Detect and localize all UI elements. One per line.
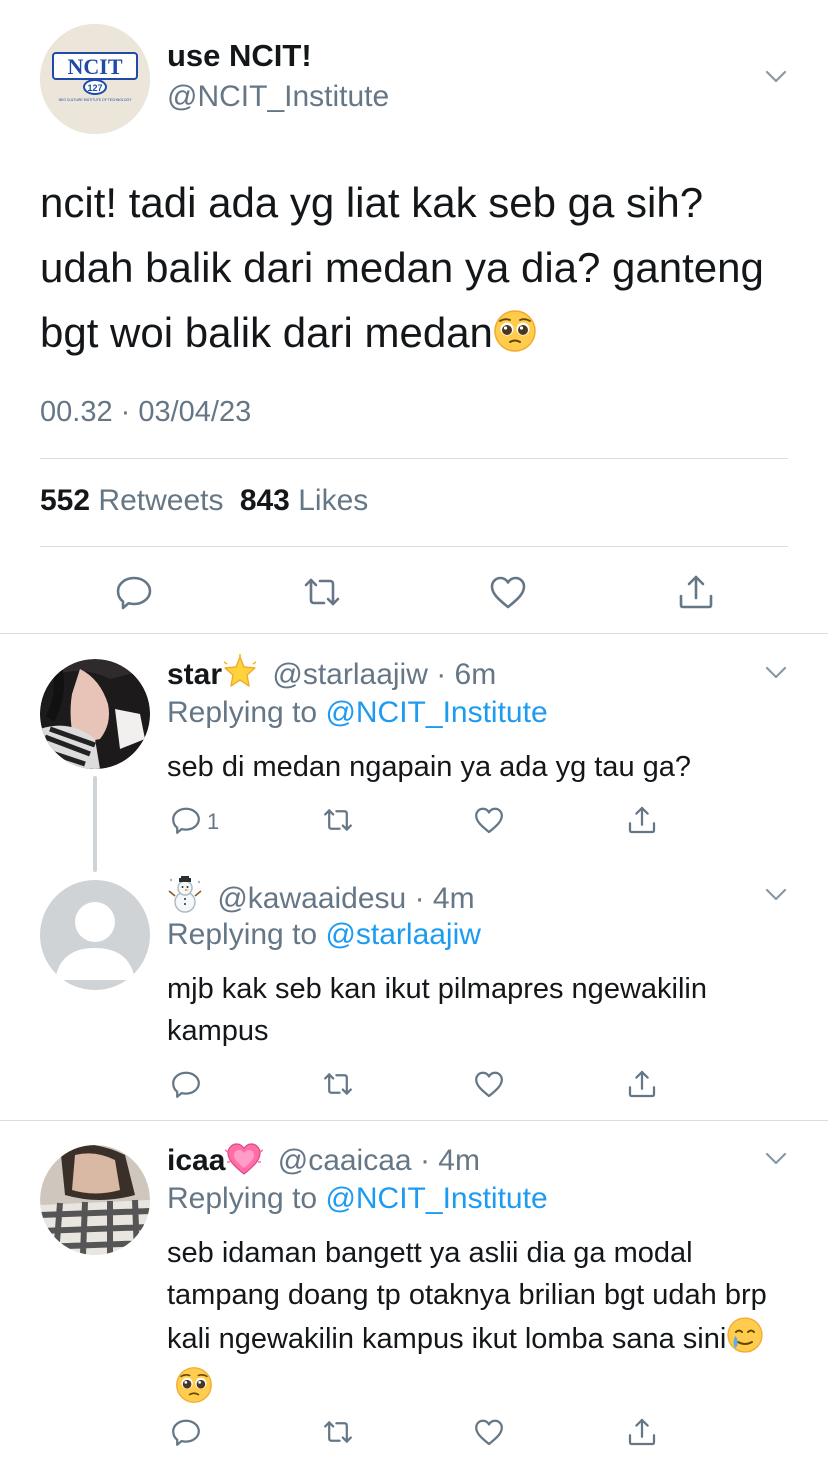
reply-header: @kawaaidesu · 4m — [167, 874, 475, 922]
like-icon[interactable] — [473, 1416, 505, 1448]
share-icon[interactable] — [626, 1416, 658, 1448]
replying-to-label: Replying to — [167, 696, 318, 729]
reply-time[interactable]: · 4m — [415, 882, 475, 915]
tweet-text-body: ncit! tadi ada yg liat kak seb ga sih? u… — [40, 179, 764, 356]
retweet-icon[interactable] — [322, 1068, 354, 1100]
pleading-face-icon — [493, 306, 537, 371]
growing-heart-icon — [224, 1140, 264, 1184]
like-icon[interactable] — [473, 804, 505, 836]
tweet-timestamp[interactable]: 00.32 · 03/04/23 — [40, 396, 251, 429]
like-icon[interactable] — [473, 1068, 505, 1100]
replying-to-handle[interactable]: @starlaajiw — [325, 918, 481, 951]
avatar[interactable] — [40, 1145, 150, 1255]
replying-to-label: Replying to — [167, 918, 318, 951]
svg-text:NEO CULTURE INSTITUTE OF TECHN: NEO CULTURE INSTITUTE OF TECHNOLOGY — [59, 98, 133, 102]
reply-header: star @starlaajiw · 6m — [167, 654, 496, 698]
chevron-down-icon[interactable] — [765, 1152, 787, 1166]
reply-handle[interactable]: @starlaajiw — [272, 658, 428, 691]
reply-author-name[interactable]: star — [167, 658, 222, 691]
reply-count: 1 — [207, 809, 220, 834]
divider — [40, 546, 788, 547]
snowman-icon — [167, 874, 203, 922]
author-name[interactable]: use NCIT! — [167, 38, 312, 74]
svg-text:127: 127 — [87, 83, 102, 93]
chevron-down-icon[interactable] — [765, 666, 787, 680]
retweet-icon[interactable] — [322, 804, 354, 836]
reply-text: seb idaman bangett ya aslii dia ga modal… — [167, 1232, 767, 1416]
glowing-star-icon — [222, 654, 258, 698]
reply-text-body: seb idaman bangett ya aslii dia ga modal… — [167, 1237, 767, 1355]
chevron-down-icon[interactable] — [765, 888, 787, 902]
reply-icon[interactable] — [114, 572, 154, 612]
svg-text:NCIT: NCIT — [67, 54, 122, 79]
reply-handle[interactable]: @kawaaidesu — [217, 882, 406, 915]
reply-header: icaa @caaicaa · 4m — [167, 1140, 480, 1184]
divider — [0, 633, 828, 634]
reply-time[interactable]: · 4m — [420, 1144, 480, 1177]
avatar[interactable] — [40, 659, 150, 769]
crying-smile-icon — [726, 1316, 764, 1366]
ncit-logo-icon: NCIT 127 NEO CULTURE INSTITUTE OF TECHNO… — [40, 24, 150, 134]
likes-count[interactable]: 843 — [240, 484, 290, 517]
retweet-icon[interactable] — [302, 572, 342, 612]
thread-line — [93, 776, 97, 872]
main-avatar[interactable]: NCIT 127 NEO CULTURE INSTITUTE OF TECHNO… — [40, 24, 150, 134]
replying-to: Replying to @NCIT_Institute — [167, 1182, 548, 1216]
replying-to: Replying to @starlaajiw — [167, 918, 481, 952]
replying-to-label: Replying to — [167, 1182, 318, 1215]
author-handle[interactable]: @NCIT_Institute — [167, 80, 389, 114]
reply-text: seb di medan ngapain ya ada yg tau ga? — [167, 751, 692, 783]
share-icon[interactable] — [626, 1068, 658, 1100]
replying-to-handle[interactable]: @NCIT_Institute — [325, 696, 547, 729]
divider — [40, 458, 788, 459]
reply-handle[interactable]: @caaicaa — [278, 1144, 412, 1177]
pleading-face-icon — [175, 1366, 213, 1416]
replying-to-handle[interactable]: @NCIT_Institute — [325, 1182, 547, 1215]
share-icon[interactable] — [626, 804, 658, 836]
tweet-text: ncit! tadi ada yg liat kak seb ga sih? u… — [40, 170, 800, 371]
reply-icon[interactable] — [170, 1416, 202, 1448]
replying-to: Replying to @NCIT_Institute — [167, 696, 548, 730]
divider — [0, 1120, 828, 1121]
retweet-icon[interactable] — [322, 1416, 354, 1448]
like-icon[interactable] — [488, 572, 528, 612]
retweets-label[interactable]: Retweets — [98, 484, 223, 517]
reply-icon[interactable] — [170, 804, 202, 836]
reply-time[interactable]: · 6m — [436, 658, 496, 691]
retweets-count[interactable]: 552 — [40, 484, 90, 517]
reply-author-name[interactable]: icaa — [167, 1144, 225, 1177]
share-icon[interactable] — [676, 572, 716, 612]
chevron-down-icon[interactable] — [765, 70, 787, 84]
likes-label[interactable]: Likes — [298, 484, 368, 517]
reply-icon[interactable] — [170, 1068, 202, 1100]
tweet-stats: 552 Retweets 843 Likes — [40, 484, 368, 518]
default-avatar-icon[interactable] — [40, 880, 150, 990]
reply-text: mjb kak seb kan ikut pilmapres ngewakili… — [167, 973, 707, 1047]
